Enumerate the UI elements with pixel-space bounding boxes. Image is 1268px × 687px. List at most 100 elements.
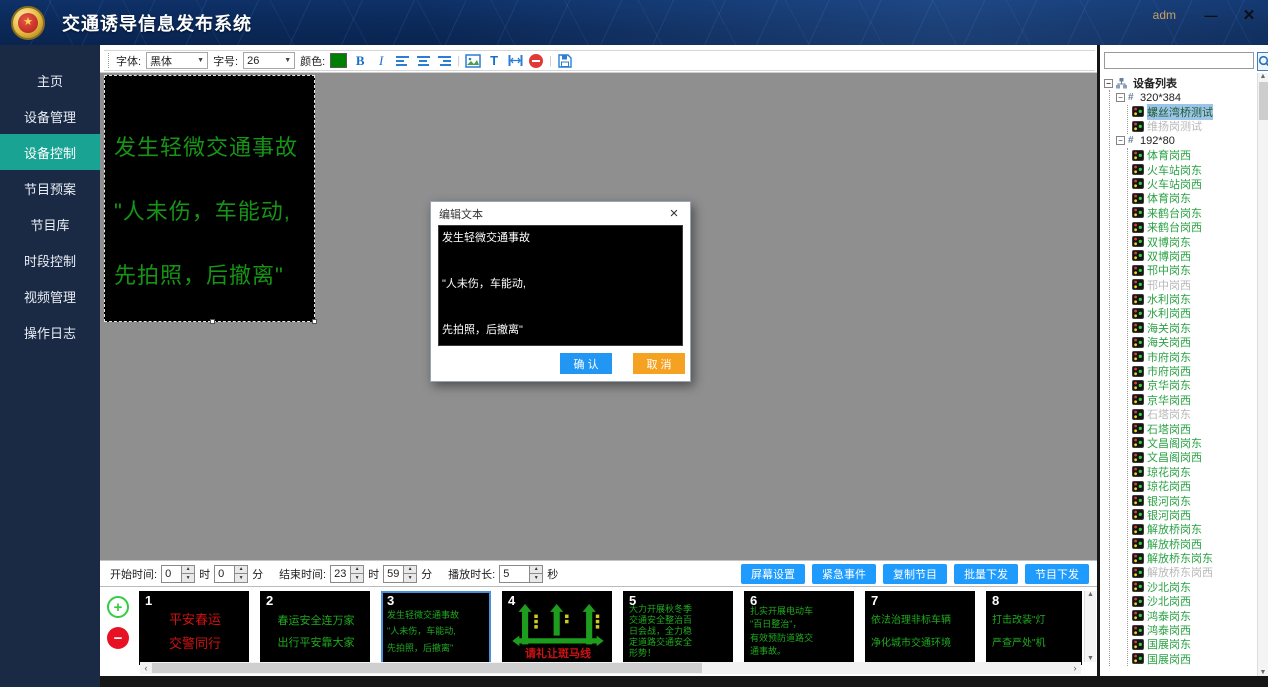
playlist-horizontal-scrollbar[interactable]: [140, 662, 1081, 674]
align-left-button[interactable]: [394, 52, 410, 69]
playlist-thumbnail-1[interactable]: 1平安春运交警同行: [139, 591, 249, 665]
bold-button[interactable]: B: [352, 52, 368, 69]
scroll-up-icon[interactable]: [1260, 73, 1267, 80]
size-select[interactable]: 26▼: [243, 52, 295, 69]
device-item[interactable]: 解放桥岗西: [1132, 537, 1256, 551]
start-hour-stepper[interactable]: 0: [161, 565, 195, 583]
playlist-thumbnail-5[interactable]: 5大力开展秋冬季交通安全整治百日会战，全力稳定道路交通安全形势！: [623, 591, 733, 665]
close-icon[interactable]: [1240, 6, 1258, 24]
device-item[interactable]: 海关岗西: [1132, 335, 1256, 349]
device-item[interactable]: 文昌阁岗西: [1132, 450, 1256, 464]
spin-up-icon[interactable]: [235, 566, 247, 575]
action-button-4[interactable]: 批量下发: [954, 564, 1018, 584]
end-hour-stepper[interactable]: 23: [330, 565, 364, 583]
collapse-icon[interactable]: [1116, 93, 1125, 102]
sidebar-item-1[interactable]: 主页: [0, 62, 100, 98]
device-item[interactable]: 邗中岗东: [1132, 263, 1256, 277]
tree-group-192*80[interactable]: #192*80: [1116, 134, 1256, 148]
action-button-1[interactable]: 屏幕设置: [741, 564, 805, 584]
device-item[interactable]: 解放桥岗东: [1132, 522, 1256, 536]
sidebar-item-3[interactable]: 设备控制: [0, 134, 100, 170]
action-button-5[interactable]: 节目下发: [1025, 564, 1089, 584]
device-item[interactable]: 市府岗东: [1132, 349, 1256, 363]
playlist-thumbnail-8[interactable]: 8打击改装"灯严查严处"机: [986, 591, 1082, 665]
sidebar-item-7[interactable]: 视频管理: [0, 278, 100, 314]
device-item[interactable]: 螺丝湾桥测试: [1132, 105, 1256, 119]
sidebar-item-5[interactable]: 节目库: [0, 206, 100, 242]
spin-down-icon[interactable]: [235, 574, 247, 582]
device-item[interactable]: 石塔岗东: [1132, 407, 1256, 421]
remove-program-button[interactable]: [107, 627, 129, 649]
device-item[interactable]: 银河岗东: [1132, 493, 1256, 507]
collapse-icon[interactable]: [1104, 79, 1113, 88]
device-item[interactable]: 水利岗东: [1132, 292, 1256, 306]
scrollbar-thumb[interactable]: [152, 663, 702, 673]
tree-group-320*384[interactable]: #320*384: [1116, 90, 1256, 104]
spin-down-icon[interactable]: [404, 574, 416, 582]
collapse-icon[interactable]: [1116, 136, 1125, 145]
align-center-button[interactable]: [415, 52, 431, 69]
align-right-button[interactable]: [436, 52, 452, 69]
action-button-2[interactable]: 紧急事件: [812, 564, 876, 584]
scroll-down-icon[interactable]: [1260, 669, 1267, 676]
resize-handle[interactable]: [312, 319, 317, 324]
save-button[interactable]: [557, 52, 573, 69]
spin-up-icon[interactable]: [404, 566, 416, 575]
device-item[interactable]: 市府岗西: [1132, 364, 1256, 378]
device-item[interactable]: 维扬岗测试: [1132, 119, 1256, 133]
sidebar-item-2[interactable]: 设备管理: [0, 98, 100, 134]
device-item[interactable]: 琼花岗东: [1132, 465, 1256, 479]
scroll-down-icon[interactable]: [1087, 655, 1094, 662]
device-item[interactable]: 沙北岗东: [1132, 580, 1256, 594]
color-swatch[interactable]: [330, 53, 347, 68]
device-item[interactable]: 双博岗东: [1132, 234, 1256, 248]
start-minute-stepper[interactable]: 0: [214, 565, 248, 583]
spin-up-icon[interactable]: [351, 566, 363, 575]
device-item[interactable]: 沙北岗西: [1132, 594, 1256, 608]
device-item[interactable]: 解放桥东岗西: [1132, 565, 1256, 579]
edit-textarea[interactable]: 发生轻微交通事故 "人未伤，车能动, 先拍照，后撤离": [438, 225, 683, 346]
scroll-left-icon[interactable]: [140, 663, 152, 673]
device-item[interactable]: 石塔岗西: [1132, 421, 1256, 435]
device-item[interactable]: 国展岗东: [1132, 637, 1256, 651]
tree-scrollbar[interactable]: [1257, 73, 1268, 676]
device-item[interactable]: 解放桥东岗东: [1132, 551, 1256, 565]
led-screen-preview[interactable]: 发生轻微交通事故"人未伤，车能动,先拍照，后撤离": [104, 75, 315, 322]
device-item[interactable]: 体育岗西: [1132, 148, 1256, 162]
playlist-thumbnail-7[interactable]: 7依法治理非标车辆净化城市交通环境: [865, 591, 975, 665]
end-minute-stepper[interactable]: 59: [383, 565, 417, 583]
playlist-thumbnail-4[interactable]: 4请礼让斑马线: [502, 591, 612, 665]
spin-down-icon[interactable]: [182, 574, 194, 582]
sidebar-item-4[interactable]: 节目预案: [0, 170, 100, 206]
edit-canvas[interactable]: 发生轻微交通事故"人未伤，车能动,先拍照，后撤离" 编辑文本 发生轻微交通事故 …: [100, 72, 1097, 560]
scrollbar-track[interactable]: [152, 662, 1069, 674]
device-search-input[interactable]: [1104, 52, 1254, 69]
scrollbar-thumb[interactable]: [1259, 82, 1268, 120]
device-item[interactable]: 邗中岗西: [1132, 277, 1256, 291]
resize-handle[interactable]: [210, 319, 215, 324]
device-item[interactable]: 京华岗西: [1132, 393, 1256, 407]
device-item[interactable]: 文昌阁岗东: [1132, 436, 1256, 450]
device-item[interactable]: 来鹤台岗西: [1132, 220, 1256, 234]
action-button-3[interactable]: 复制节目: [883, 564, 947, 584]
spin-up-icon[interactable]: [530, 566, 542, 575]
playlist-vertical-scrollbar[interactable]: [1084, 591, 1096, 662]
device-item[interactable]: 银河岗西: [1132, 508, 1256, 522]
spin-down-icon[interactable]: [530, 574, 542, 582]
device-item[interactable]: 火车站岗东: [1132, 162, 1256, 176]
spin-up-icon[interactable]: [182, 566, 194, 575]
device-item[interactable]: 鸿泰岗西: [1132, 623, 1256, 637]
minimize-icon[interactable]: [1202, 6, 1220, 24]
device-item[interactable]: 双博岗西: [1132, 249, 1256, 263]
sidebar-item-8[interactable]: 操作日志: [0, 314, 100, 350]
tree-root[interactable]: 设备列表: [1102, 76, 1256, 90]
device-item[interactable]: 国展岗西: [1132, 652, 1256, 666]
italic-button[interactable]: I: [373, 52, 389, 69]
device-item[interactable]: 体育岗东: [1132, 191, 1256, 205]
device-item[interactable]: 京华岗东: [1132, 378, 1256, 392]
insert-text-button[interactable]: T: [486, 52, 502, 69]
device-item[interactable]: 海关岗东: [1132, 321, 1256, 335]
insert-image-button[interactable]: [465, 52, 481, 69]
device-item[interactable]: 水利岗西: [1132, 306, 1256, 320]
fit-width-button[interactable]: [507, 52, 523, 69]
